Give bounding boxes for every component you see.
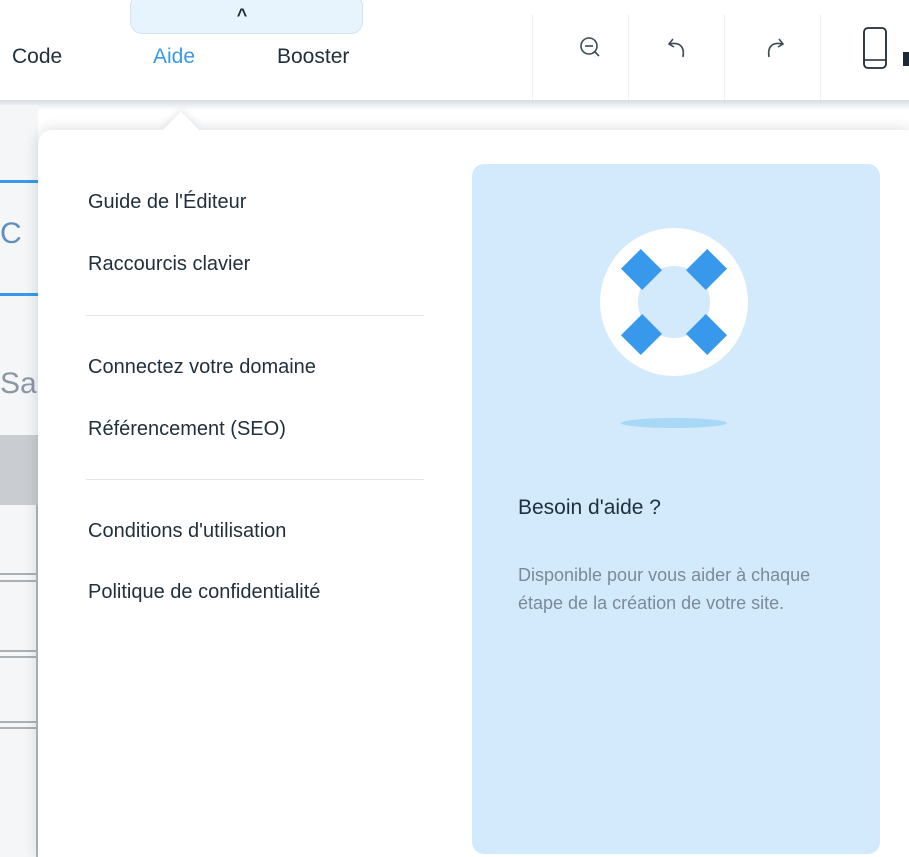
menu-item-aide[interactable]: Aide: [153, 45, 195, 69]
strip-block: [0, 435, 38, 505]
toolbar-divider: [628, 14, 629, 104]
top-bar-shadow: [0, 100, 909, 110]
undo-icon: [667, 38, 685, 58]
link-editor-guide[interactable]: Guide de l'Éditeur: [88, 191, 246, 214]
pointer-mask: [150, 130, 210, 146]
toolbar-divider: [724, 14, 725, 104]
menu-item-booster[interactable]: Booster: [277, 45, 349, 69]
top-bar: ^ Code Aide Booster: [0, 0, 909, 104]
help-card-title: Besoin d'aide ?: [518, 496, 661, 519]
mobile-view-button[interactable]: [857, 27, 893, 69]
lifebuoy-icon: [600, 228, 748, 376]
strip-line: [0, 721, 38, 723]
link-terms-of-use[interactable]: Conditions d'utilisation: [88, 520, 286, 543]
help-card-description: Disponible pour vous aider à chaque étap…: [518, 565, 811, 613]
strip-partial-text: Sa: [0, 367, 37, 400]
link-privacy-policy[interactable]: Politique de confidentialité: [88, 581, 320, 604]
strip-line: [0, 656, 38, 658]
toolbar-divider: [820, 14, 821, 104]
strip-line: [0, 650, 38, 652]
strip-line: [0, 727, 38, 729]
link-keyboard-shortcuts[interactable]: Raccourcis clavier: [88, 253, 250, 276]
chevron-up-icon[interactable]: ^: [235, 6, 249, 24]
strip-line: [0, 573, 38, 575]
link-connect-domain[interactable]: Connectez votre domaine: [88, 356, 316, 379]
strip-accent-line: [0, 180, 38, 183]
redo-button[interactable]: [756, 30, 792, 66]
zoom-out-button[interactable]: [572, 30, 608, 66]
menu-separator: [86, 479, 424, 480]
undo-button[interactable]: [660, 30, 696, 66]
strip-line: [0, 580, 38, 582]
clipped-label: [903, 52, 909, 66]
zoom-out-icon: [580, 37, 600, 57]
link-seo[interactable]: Référencement (SEO): [88, 418, 286, 441]
icon-shadow: [621, 418, 727, 428]
strip-partial-text: C: [0, 217, 22, 250]
help-card[interactable]: Besoin d'aide ? Disponible pour vous aid…: [472, 164, 880, 854]
strip-accent-line: [0, 293, 38, 296]
menu-item-code[interactable]: Code: [12, 45, 62, 69]
menu-separator: [86, 315, 424, 316]
editor-background-strip: C Sa: [0, 105, 38, 857]
redo-icon: [767, 38, 785, 58]
toolbar-divider: [532, 14, 533, 104]
mobile-icon: [863, 27, 887, 69]
